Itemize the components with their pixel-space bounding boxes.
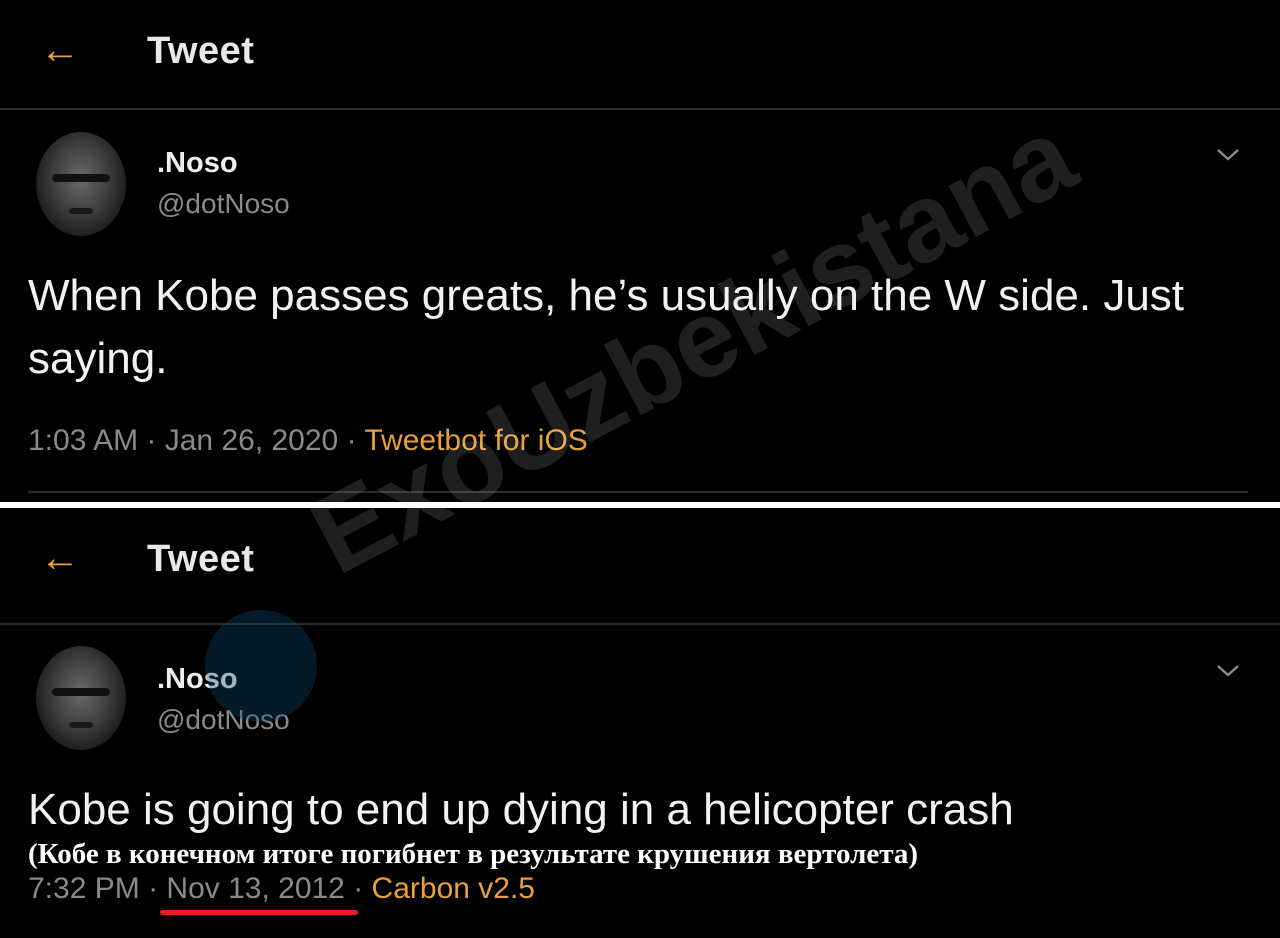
tweet-meta: 7:32 PM · Nov 13, 2012 · Carbon v2.5 [28,872,535,905]
tweet-header: ← Tweet [0,508,1280,616]
header-title: Tweet [147,538,255,580]
tweet-panel-2: ← Tweet .Noso @dotNoso Kobe is going to … [0,508,1280,938]
display-name[interactable]: .Noso [157,147,238,180]
tweet-header: ← Tweet [0,0,1280,108]
avatar[interactable] [36,132,126,236]
back-arrow-icon[interactable]: ← [40,30,80,70]
avatar[interactable] [36,646,126,750]
date-highlight-underline [160,910,358,915]
tweet-source[interactable]: Carbon v2.5 [372,872,535,905]
header-divider [0,108,1280,110]
tweet-time: 1:03 AM [28,424,139,457]
tweet-time: 7:32 PM [28,872,140,905]
translation-caption: (Кобе в конечном итоге погибнет в резуль… [28,838,919,870]
header-title: Tweet [147,30,255,72]
tweet-date[interactable]: Nov 13, 2012 [166,872,344,905]
header-divider [0,623,1280,625]
meta-divider [28,491,1248,493]
chevron-down-icon[interactable] [1216,148,1240,162]
user-handle[interactable]: @dotNoso [157,188,290,220]
chevron-down-icon[interactable] [1216,664,1240,678]
tweet-date[interactable]: Jan 26, 2020 [165,424,338,457]
back-arrow-icon[interactable]: ← [40,538,80,578]
telegram-icon [205,610,317,722]
tweet-text: Kobe is going to end up dying in a helic… [28,785,1014,834]
